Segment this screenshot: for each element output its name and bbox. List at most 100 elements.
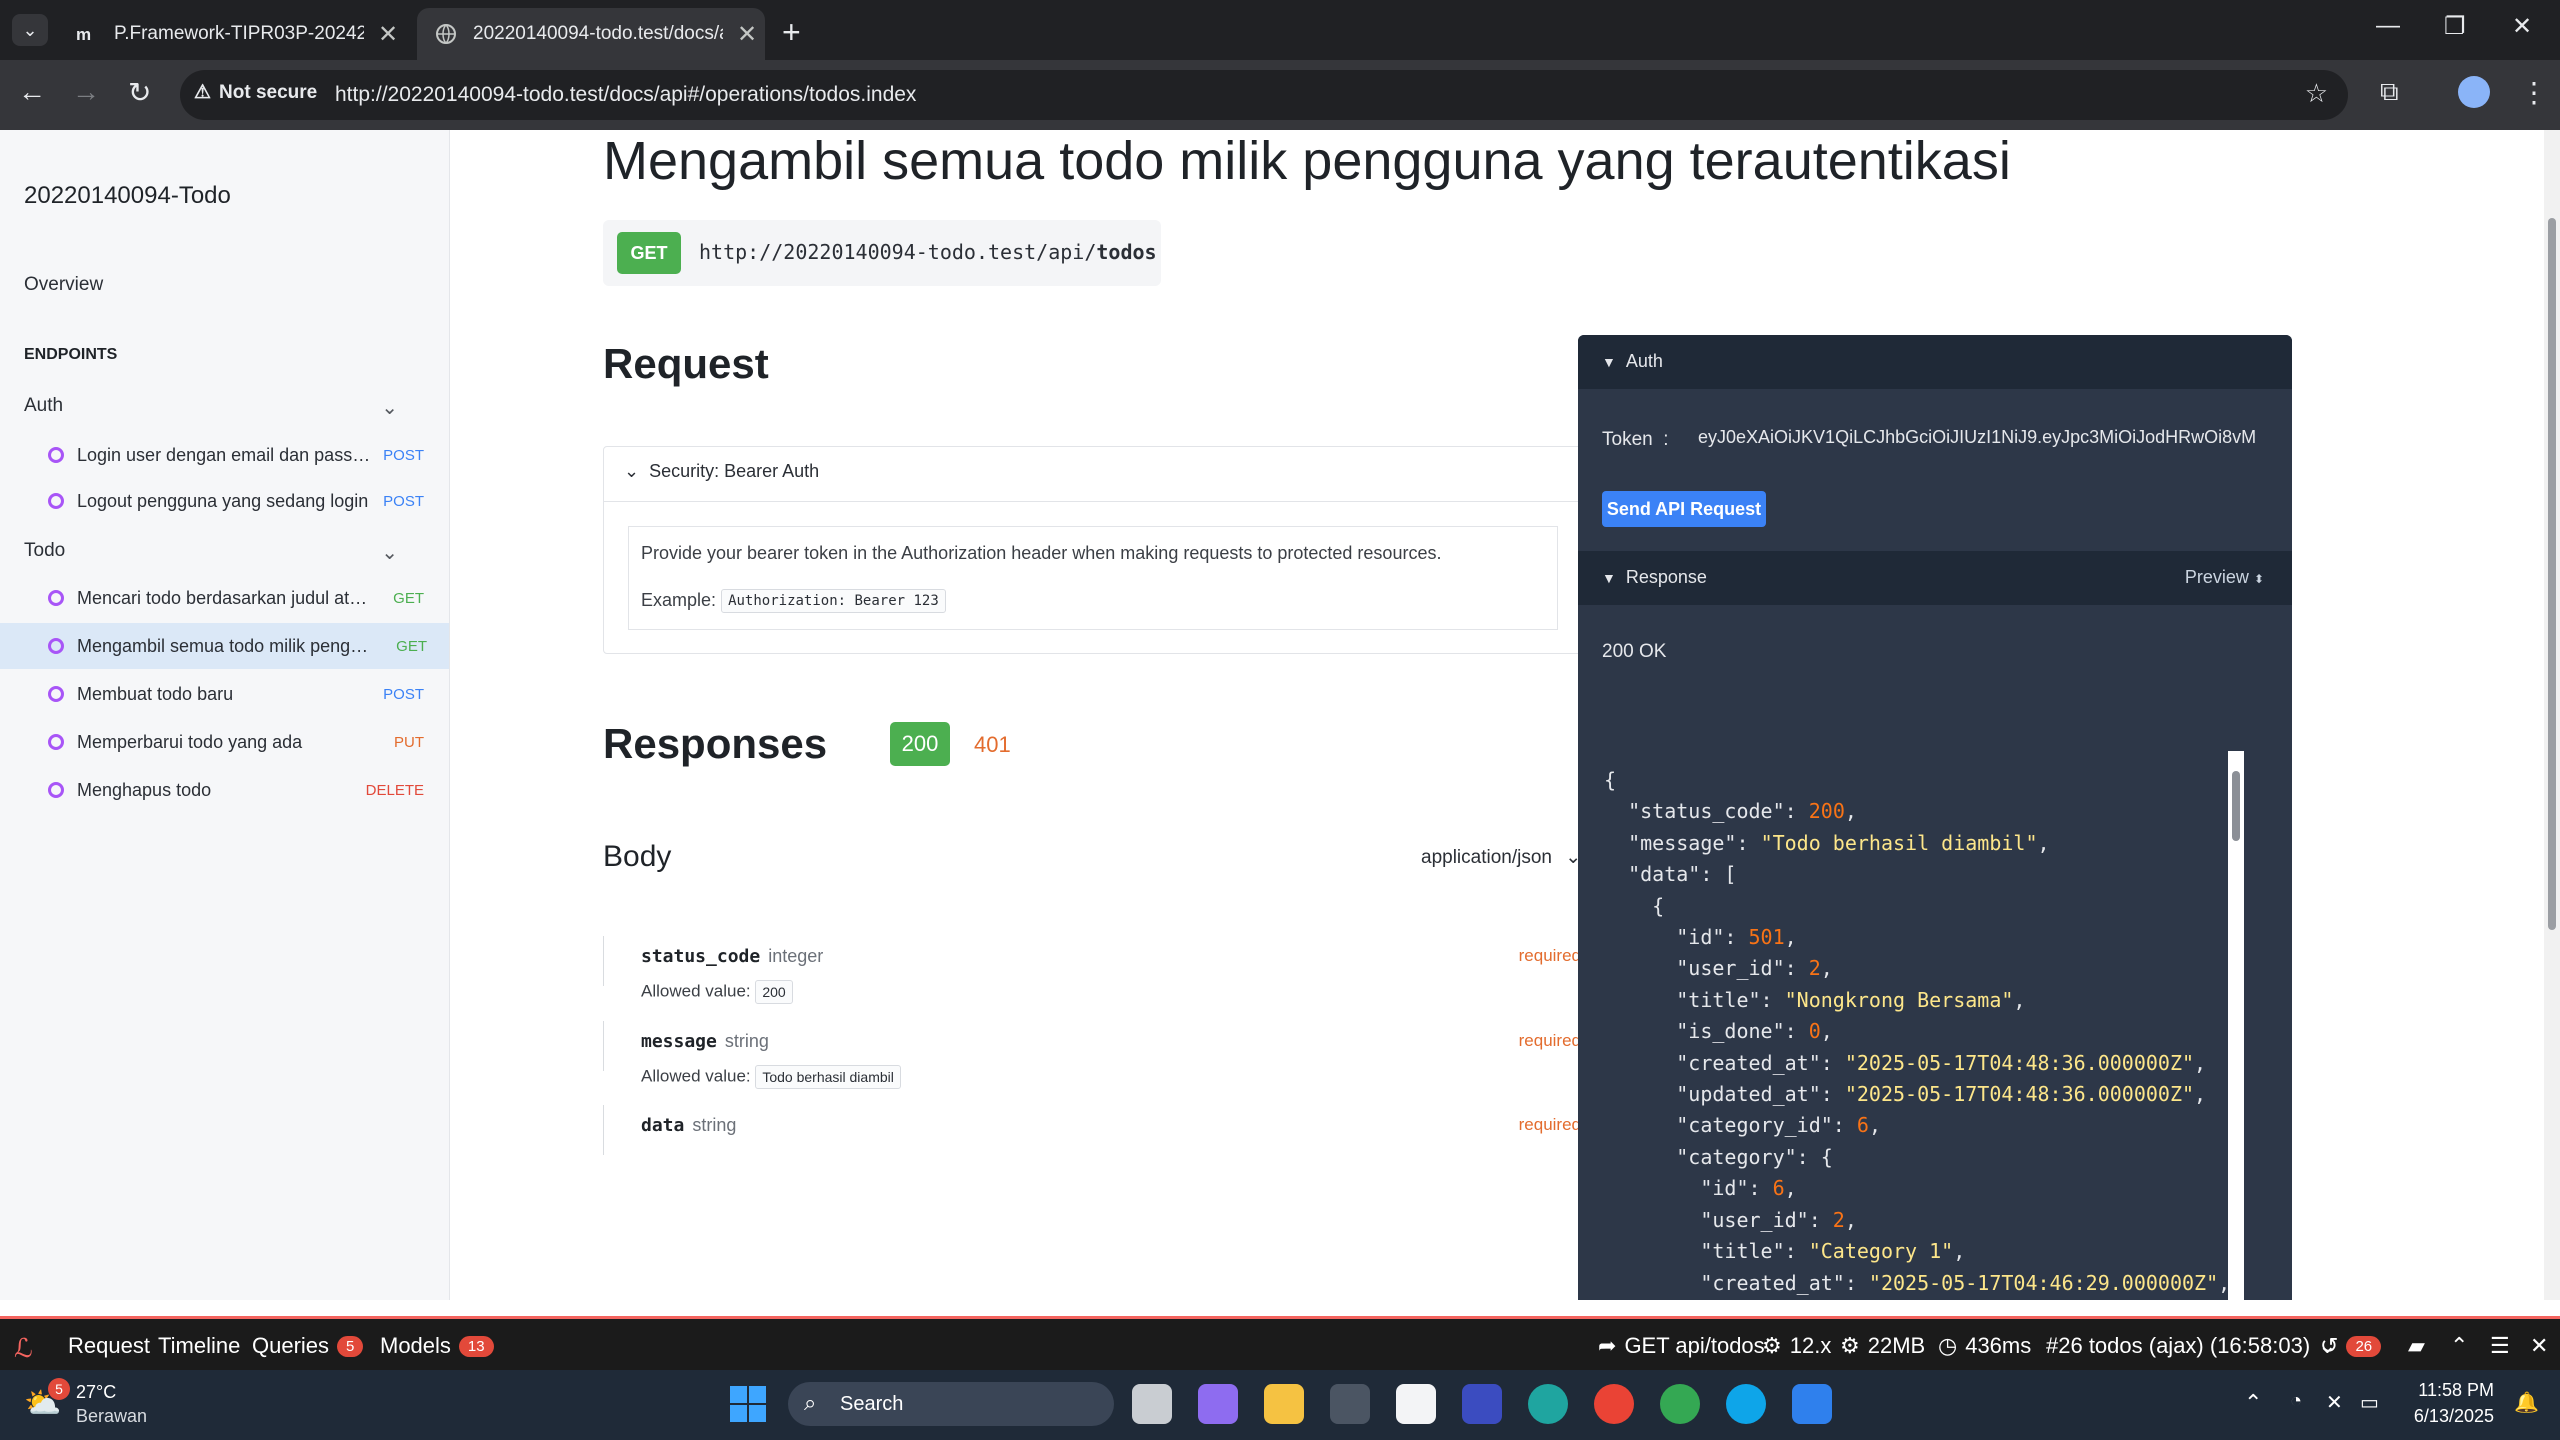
debug-version[interactable]: ⚙ 12.x [1762,1333,1831,1359]
minimize-icon[interactable]: — [2376,12,2400,40]
sidebar-item-search-todo[interactable]: Mencari todo berdasarkan judul atau ... … [48,575,446,621]
sidebar-item-create-todo[interactable]: Membuat todo baru POST [48,671,446,717]
url-text[interactable]: http://20220140094-todo.test/docs/api#/o… [335,83,916,107]
file-explorer-icon[interactable] [1264,1384,1304,1424]
battery-icon[interactable]: ▭ [2360,1390,2379,1415]
menu-dots-icon[interactable]: ⋮ [2520,76,2548,109]
debug-time[interactable]: ◷ 436ms [1938,1333,2031,1359]
volume-muted-icon[interactable]: ✕ [2326,1390,2343,1415]
response-section-toggle[interactable]: ▼ Response Preview ⬍ [1578,551,2292,605]
close-icon[interactable]: ✕ [2530,1333,2548,1359]
json-line: "is_done": 0, [1676,1019,1833,1044]
folder-icon[interactable]: ▰ [2408,1333,2425,1359]
token-input[interactable]: eyJ0eXAiOiJKV1QiLCJhbGciOiJIUzI1NiJ9.eyJ… [1698,427,2258,448]
task-view-icon[interactable] [1132,1384,1172,1424]
endpoint-icon [48,493,64,509]
tab-moodle[interactable]: m P.Framework-TIPR03P-20242: W ✕ [58,8,410,60]
notification-icon[interactable]: 🔔 [2514,1390,2539,1415]
send-api-request-button[interactable]: Send API Request [1602,491,1766,527]
avatar[interactable] [2458,76,2490,108]
sidebar-item-login[interactable]: Login user dengan email dan passw... POS… [48,432,446,478]
debug-memory[interactable]: ⚙ 22MB [1840,1333,1925,1359]
endpoint-url: http://20220140094-todo.test/api/todos [699,240,1157,264]
extensions-icon[interactable]: ⧉ [2380,76,2399,108]
content-type-select[interactable]: application/json ⌄ [1421,846,1581,869]
browser-tab-bar: ⌄ m P.Framework-TIPR03P-20242: W ✕ 20220… [0,0,2560,60]
divider [603,1105,604,1155]
windows-start-icon[interactable] [730,1386,766,1422]
sidebar-item-overview[interactable]: Overview [24,274,103,296]
store-icon[interactable] [1396,1384,1436,1424]
laravel-logo-icon[interactable]: ℒ [14,1333,33,1364]
sidebar-item-logout[interactable]: Logout pengguna yang sedang login POST [48,478,446,524]
back-arrow-icon[interactable]: ← [18,76,46,108]
json-line: { [1604,893,1665,918]
json-scrollbar[interactable] [2228,751,2244,1300]
json-line: "title": "Nongkrong Bersama", [1676,987,2026,1012]
preview-select[interactable]: Preview ⬍ [2185,567,2264,588]
warning-icon: ⚠ [194,82,212,103]
security-description: Provide your bearer token in the Authori… [641,543,1442,563]
security-toggle[interactable]: ⌄ Security: Bearer Auth [624,461,819,482]
auth-section-toggle[interactable]: ▼ Auth [1578,335,2292,389]
tab-docs[interactable]: 20220140094-todo.test/docs/ap ✕ [417,8,765,60]
sidebar-item-list-todos[interactable]: Mengambil semua todo milik penggu... GET [0,623,449,669]
debug-tab-timeline[interactable]: Timeline [158,1333,240,1359]
app-icon[interactable] [1726,1384,1766,1424]
close-icon[interactable]: ✕ [737,20,757,49]
clock-time[interactable]: 11:58 PM [2410,1380,2494,1401]
endpoint-url-box[interactable]: GET http://20220140094-todo.test/api/tod… [603,220,1161,286]
json-line: "id": 501, [1676,925,1797,950]
chevron-up-icon[interactable]: ⌃ [2244,1390,2262,1416]
debug-tab-models[interactable]: Models 13 [380,1333,494,1359]
address-bar[interactable]: ⚠ Not secure http://20220140094-todo.tes… [180,70,2348,120]
reload-icon[interactable]: ↻ [128,76,151,109]
vscode-icon[interactable] [1792,1384,1832,1424]
app-icon[interactable] [1462,1384,1502,1424]
app-icon[interactable] [1330,1384,1370,1424]
tab-search-button[interactable]: ⌄ [12,14,48,46]
response-code-200[interactable]: 200 [890,722,950,766]
debug-history[interactable]: ↺ 26 [2320,1333,2382,1359]
endpoint-icon [48,590,64,606]
weather-badge: 5 [48,1378,70,1400]
debug-tab-request[interactable]: Request [68,1333,150,1359]
scrollbar-thumb[interactable] [2548,218,2556,930]
chrome-icon[interactable] [1594,1384,1634,1424]
sidebar-group-todo[interactable]: Todo ⌄ [24,540,424,564]
forward-arrow-icon[interactable]: → [72,76,100,108]
laravel-debugbar: ℒ Request Timeline Queries 5 Models 13 ➦ GE… [0,1316,2560,1373]
debug-route[interactable]: ➦ GET api/todos [1598,1333,1765,1359]
close-icon[interactable]: ✕ [378,20,398,49]
sidebar-item-delete-todo[interactable]: Menghapus todo DELETE [48,767,446,813]
restore-icon[interactable]: ❐ [2444,12,2466,41]
settings-icon[interactable]: ☰ [2490,1333,2510,1359]
clock-date[interactable]: 6/13/2025 [2400,1406,2494,1427]
new-tab-button[interactable]: + [782,14,801,51]
wifi-icon[interactable]: ◔ [2290,1390,2302,1413]
edge-icon[interactable] [1528,1384,1568,1424]
weather-temp[interactable]: 27°C [76,1382,116,1403]
debug-tab-queries[interactable]: Queries 5 [252,1333,364,1359]
route-icon: ➦ [1598,1333,1617,1358]
app-brand[interactable]: 20220140094-Todo [24,182,231,210]
example-code: Authorization: Bearer 123 [721,589,946,613]
caret-down-icon: ▼ [1602,354,1616,370]
chevron-up-icon[interactable]: ⌃ [2450,1333,2468,1359]
sidebar-group-auth[interactable]: Auth ⌄ [24,395,424,419]
divider [604,501,1582,502]
window-close-icon[interactable]: ✕ [2512,12,2532,41]
taskbar-search[interactable]: ⌕ Search [788,1382,1114,1426]
star-icon[interactable]: ☆ [2305,78,2328,109]
page-scrollbar[interactable] [2544,130,2560,1300]
debug-request-select[interactable]: #26 todos (ajax) (16:58:03) ⌄ [2046,1333,2337,1359]
sidebar-item-update-todo[interactable]: Memperbarui todo yang ada PUT [48,719,446,765]
chevron-down-icon: ⌄ [381,397,398,419]
copilot-icon[interactable] [1198,1384,1238,1424]
chrome-icon[interactable] [1660,1384,1700,1424]
weather-desc[interactable]: Berawan [76,1406,147,1427]
response-code-401[interactable]: 401 [974,732,1011,758]
scrollbar-thumb[interactable] [2232,771,2240,841]
docs-main: Mengambil semua todo milik pengguna yang… [450,130,2544,1300]
not-secure-chip[interactable]: ⚠ Not secure [194,81,317,104]
